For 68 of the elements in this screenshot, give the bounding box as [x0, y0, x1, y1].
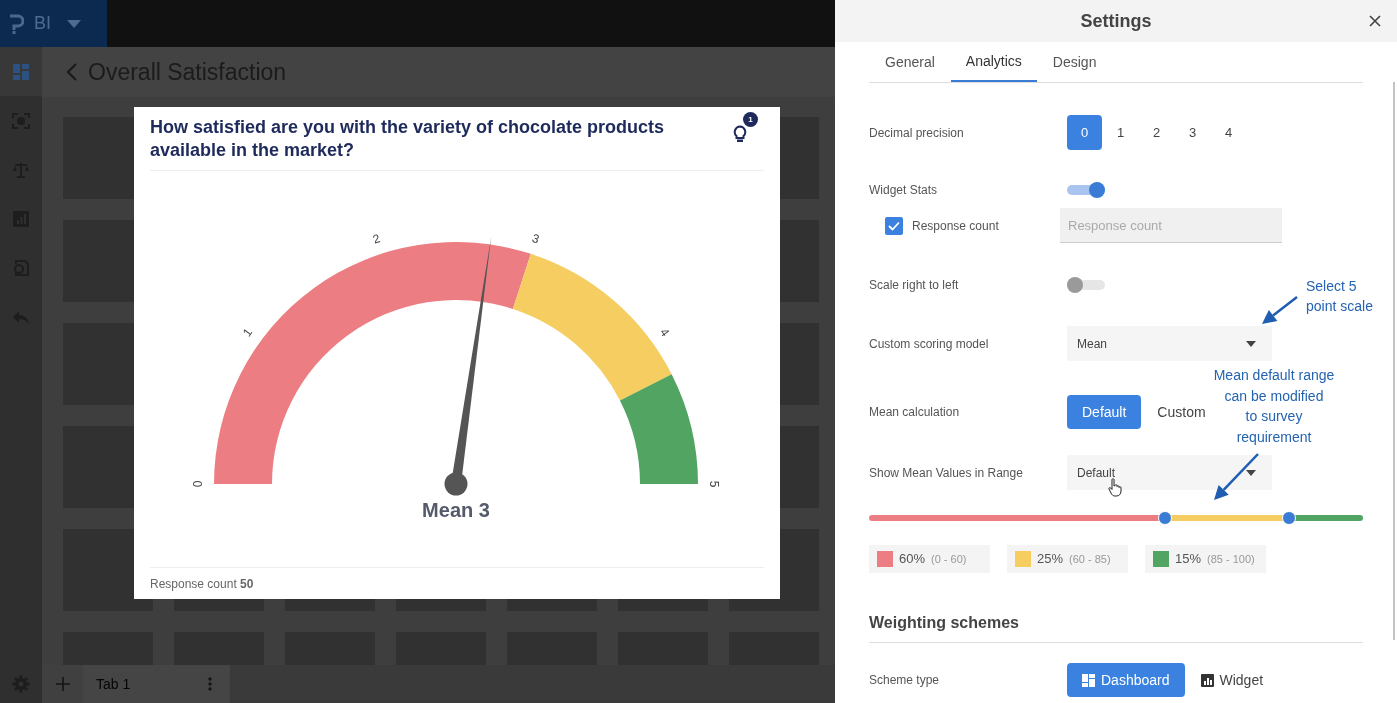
close-button[interactable]: [1367, 13, 1383, 29]
option-button[interactable]: 3: [1175, 115, 1210, 150]
toggle-switch[interactable]: [1067, 185, 1105, 195]
option-button[interactable]: Custom: [1142, 395, 1210, 429]
setting-label: Scale right to left: [869, 277, 960, 294]
annotation-arrow: [1262, 296, 1298, 324]
logo-icon[interactable]: [8, 12, 24, 35]
settings-tab[interactable]: Analytics: [950, 42, 1037, 82]
option-button[interactable]: Widget: [1185, 663, 1268, 697]
more-options-icon[interactable]: [208, 677, 212, 691]
close-icon: [1369, 15, 1381, 27]
legend-range: (60 - 85): [1069, 551, 1111, 567]
notification-badge: 1: [743, 112, 758, 127]
caret-icon[interactable]: [67, 19, 81, 28]
option-button[interactable]: 2: [1139, 115, 1174, 150]
annotation-text: Mean default range can be modified to survey requirement: [1213, 366, 1335, 447]
legend-percent: 60%: [899, 550, 926, 569]
section-heading: Weighting schemes: [869, 613, 1020, 633]
setting-label: Widget Stats: [869, 182, 939, 199]
gauge-tick-label: 4: [656, 325, 673, 340]
annotation-text: Select 5 point scale: [1306, 277, 1373, 316]
dropdown[interactable]: Mean: [1067, 326, 1272, 361]
legend-range: (0 - 60): [931, 551, 967, 567]
option-button[interactable]: 4: [1211, 115, 1246, 150]
legend-range: (85 - 100): [1207, 551, 1255, 567]
gauge-tick-label: 3: [530, 231, 541, 247]
dashboard-icon: [1082, 673, 1095, 687]
input-field[interactable]: Response count: [1060, 208, 1282, 243]
pointer-cursor-icon: [1108, 478, 1122, 497]
slider-thumb[interactable]: [1158, 511, 1173, 525]
gauge-tick-label: 5: [706, 480, 721, 488]
range-slider[interactable]: [869, 510, 1363, 526]
option-button[interactable]: Default: [1067, 395, 1142, 429]
response-count-text: Response count 50: [150, 575, 254, 593]
settings-tab[interactable]: General: [869, 42, 951, 82]
setting-label: Scheme type: [869, 672, 941, 689]
setting-label: Custom scoring model: [869, 335, 990, 353]
setting-label: Decimal precision: [869, 124, 965, 142]
caret-icon: [1246, 469, 1256, 476]
bar-chart-icon: [1200, 673, 1214, 687]
checkbox[interactable]: [885, 216, 903, 235]
option-button[interactable]: 0: [1067, 115, 1102, 150]
dashboard-icon: [12, 62, 30, 81]
back-chevron-icon[interactable]: [66, 62, 78, 82]
widget-title: How satisfied are you with the variety of chocolate products available in the market?: [150, 116, 666, 162]
option-button[interactable]: Dashboard: [1067, 663, 1185, 697]
add-tab-button[interactable]: [42, 665, 83, 703]
toggle-switch[interactable]: [1067, 280, 1105, 290]
setting-label: Mean calculation: [869, 404, 961, 421]
checkbox-label: Response count: [912, 217, 999, 235]
checkmark-icon: [888, 220, 900, 231]
gauge-tick-label: 0: [191, 480, 206, 488]
settings-tab[interactable]: Design: [1036, 42, 1113, 82]
panel-title: Settings: [1080, 9, 1152, 33]
setting-label: Show Mean Values in Range: [869, 464, 1024, 482]
legend-percent: 25%: [1037, 550, 1064, 569]
lightbulb-icon[interactable]: [733, 125, 747, 143]
gauge-tick-label: 1: [239, 325, 256, 340]
plus-icon: [55, 677, 70, 691]
legend-percent: 15%: [1175, 550, 1202, 569]
caret-icon: [1246, 340, 1256, 347]
dropdown[interactable]: Default: [1067, 455, 1272, 490]
annotation-arrow: [1214, 453, 1259, 500]
option-button[interactable]: 1: [1103, 115, 1138, 150]
gauge-value-label: Mean 3: [422, 499, 490, 521]
gauge-tick-label: 2: [371, 231, 382, 247]
sidebar-item[interactable]: [0, 47, 42, 96]
slider-thumb[interactable]: [1281, 511, 1296, 525]
